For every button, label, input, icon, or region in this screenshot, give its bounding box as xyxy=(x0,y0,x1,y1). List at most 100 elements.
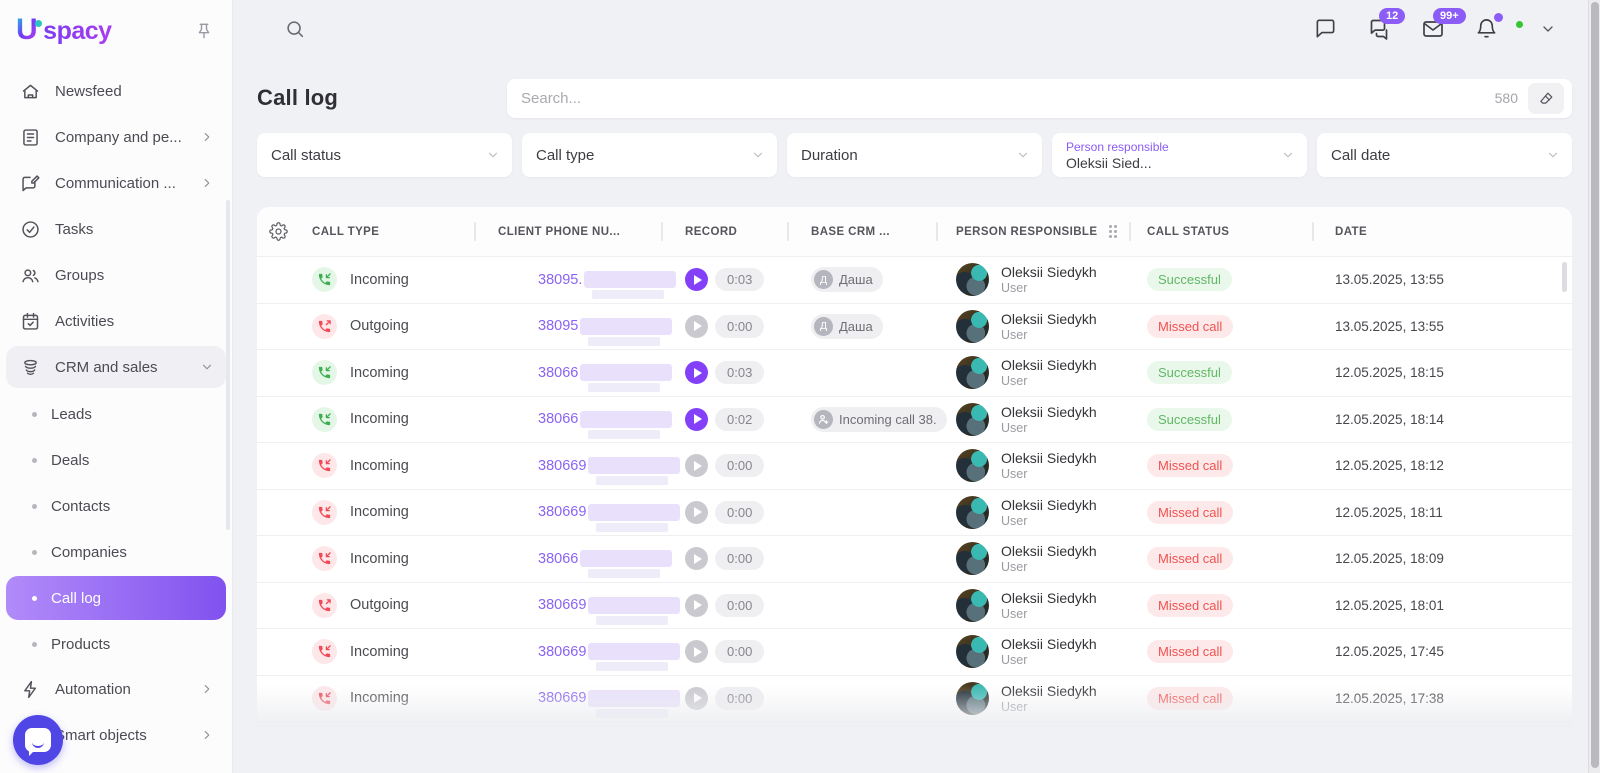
phone-number-link[interactable]: 380669 xyxy=(538,597,680,614)
filter-person-responsible[interactable]: Person responsible Oleksii Sied... xyxy=(1052,133,1307,177)
play-icon xyxy=(694,368,702,378)
notifications-bell-icon[interactable] xyxy=(1475,17,1498,40)
column-header-record[interactable]: RECORD xyxy=(661,207,787,256)
table-row[interactable]: Incoming 38066 0:00 Oleksii Siedykh User… xyxy=(257,536,1572,583)
person-role: User xyxy=(1001,700,1097,714)
play-recording-button[interactable] xyxy=(685,361,708,384)
sidebar-item-communication[interactable]: Communication ... xyxy=(6,162,226,204)
table-row[interactable]: Incoming 38066 0:02 Incoming call 38. Ol… xyxy=(257,397,1572,444)
filter-call-date[interactable]: Call date xyxy=(1317,133,1572,177)
logo-dot xyxy=(35,20,42,27)
support-chat-button[interactable] xyxy=(13,715,63,765)
notification-dot xyxy=(1494,13,1503,22)
sidebar-item-activities[interactable]: Activities xyxy=(6,300,226,342)
column-header-date[interactable]: DATE xyxy=(1312,207,1572,256)
column-header-client-phone[interactable]: CLIENT PHONE NU... xyxy=(474,207,661,256)
sidebar-item-newsfeed[interactable]: Newsfeed xyxy=(6,70,226,112)
play-recording-button[interactable] xyxy=(685,315,708,338)
play-recording-button[interactable] xyxy=(685,640,708,663)
phone-number-link[interactable]: 38066 xyxy=(538,411,672,428)
person-role: User xyxy=(1001,560,1097,574)
filter-duration[interactable]: Duration xyxy=(787,133,1042,177)
person-role: User xyxy=(1001,467,1097,481)
table-row[interactable]: Incoming 380669 0:00 Oleksii Siedykh Use… xyxy=(257,629,1572,676)
pin-sidebar-icon[interactable] xyxy=(194,21,214,41)
crm-chip[interactable]: Incoming call 38. xyxy=(811,407,947,432)
phone-number-link[interactable]: 38066 xyxy=(538,550,672,567)
profile-menu-chevron-icon[interactable] xyxy=(1540,21,1556,37)
sidebar-scrollbar[interactable] xyxy=(226,200,230,530)
sidebar-item-tasks[interactable]: Tasks xyxy=(6,208,226,250)
sidebar-item-contacts[interactable]: Contacts xyxy=(6,484,226,528)
play-recording-button[interactable] xyxy=(685,268,708,291)
sidebar-item-groups[interactable]: Groups xyxy=(6,254,226,296)
sidebar-item-crm-and-sales[interactable]: CRM and sales xyxy=(6,346,226,388)
call-status-badge: Successful xyxy=(1147,361,1232,384)
comments-icon[interactable] xyxy=(1314,17,1337,40)
table-row[interactable]: Incoming 380669 0:00 Oleksii Siedykh Use… xyxy=(257,490,1572,537)
sidebar-item-call-log[interactable]: Call log xyxy=(6,576,226,620)
person-avatar xyxy=(956,263,989,296)
check-circle-icon xyxy=(20,219,41,240)
column-drag-handle[interactable] xyxy=(1109,225,1117,238)
phone-number-link[interactable]: 38095. xyxy=(538,271,676,288)
call-status-badge: Missed call xyxy=(1147,687,1233,710)
play-icon xyxy=(694,647,702,657)
play-recording-button[interactable] xyxy=(685,687,708,710)
phone-number-link[interactable]: 38066 xyxy=(538,364,672,381)
page-scrollbar-thumb[interactable] xyxy=(1591,2,1599,768)
global-search-icon[interactable] xyxy=(284,18,306,40)
crm-chip[interactable]: Д Даша xyxy=(811,267,883,292)
phone-number-link[interactable]: 38095 xyxy=(538,318,672,335)
play-recording-button[interactable] xyxy=(685,547,708,570)
table-header: CALL TYPE CLIENT PHONE NU... RECORD BASE… xyxy=(257,207,1572,257)
phone-number-link[interactable]: 380669 xyxy=(538,690,680,707)
filter-call-status[interactable]: Call status xyxy=(257,133,512,177)
play-recording-button[interactable] xyxy=(685,501,708,524)
chevron-right-icon xyxy=(200,682,214,696)
table-row[interactable]: Outgoing 38095 0:00 Д Даша Oleksii Siedy… xyxy=(257,304,1572,351)
person-name: Oleksii Siedykh xyxy=(1001,404,1097,420)
column-header-call-type[interactable]: CALL TYPE xyxy=(299,207,474,256)
sidebar-item-deals[interactable]: Deals xyxy=(6,438,226,482)
sidebar-item-companies[interactable]: Companies xyxy=(6,530,226,574)
column-header-base-crm[interactable]: BASE CRM ... xyxy=(787,207,936,256)
filter-call-type[interactable]: Call type xyxy=(522,133,777,177)
column-header-call-status[interactable]: CALL STATUS xyxy=(1129,207,1312,256)
sidebar-item-leads[interactable]: Leads xyxy=(6,392,226,436)
call-duration: 0:00 xyxy=(715,594,764,617)
table-row[interactable]: Incoming 380669 0:00 Oleksii Siedykh Use… xyxy=(257,443,1572,490)
column-header-person-responsible[interactable]: PERSON RESPONSIBLE xyxy=(936,207,1129,256)
clear-search-button[interactable] xyxy=(1528,83,1564,114)
crm-chip[interactable]: Д Даша xyxy=(811,314,883,339)
chats-icon[interactable]: 12 xyxy=(1367,17,1391,41)
phone-number-link[interactable]: 380669 xyxy=(538,457,680,474)
play-recording-button[interactable] xyxy=(685,408,708,431)
result-count: 580 xyxy=(1495,90,1518,106)
table-scrollbar-thumb[interactable] xyxy=(1562,262,1567,292)
table-row[interactable]: Incoming 38066 0:03 Oleksii Siedykh User… xyxy=(257,350,1572,397)
table-row[interactable]: Incoming 380669 0:00 Oleksii Siedykh Use… xyxy=(257,676,1572,723)
person-avatar xyxy=(956,542,989,575)
call-direction-icon xyxy=(312,453,337,478)
sidebar-item-automation[interactable]: Automation xyxy=(6,668,226,710)
sidebar-item-company-and-people[interactable]: Company and pe... xyxy=(6,116,226,158)
bullet-icon xyxy=(32,412,37,417)
play-recording-button[interactable] xyxy=(685,594,708,617)
sidebar-item-products[interactable]: Products xyxy=(6,622,226,666)
chevron-right-icon xyxy=(200,728,214,742)
mail-icon[interactable]: 99+ xyxy=(1421,17,1445,41)
search-input[interactable] xyxy=(521,90,1495,107)
call-direction-icon xyxy=(312,267,337,292)
lead-icon xyxy=(814,410,833,429)
table-row[interactable]: Outgoing 380669 0:00 Oleksii Siedykh Use… xyxy=(257,583,1572,630)
page-scrollbar[interactable] xyxy=(1588,0,1600,773)
uspacy-logo[interactable]: Uspacy xyxy=(16,16,112,46)
table-settings-button[interactable] xyxy=(257,207,299,256)
play-recording-button[interactable] xyxy=(685,454,708,477)
call-type-label: Incoming xyxy=(350,644,409,660)
phone-number-link[interactable]: 380669 xyxy=(538,643,680,660)
table-row[interactable]: Incoming 38095. 0:03 Д Даша Oleksii Sied… xyxy=(257,257,1572,304)
phone-number-link[interactable]: 380669 xyxy=(538,504,680,521)
table-row[interactable]: Incoming 380669 0:00 Oleksii Siedykh Use… xyxy=(257,722,1572,727)
